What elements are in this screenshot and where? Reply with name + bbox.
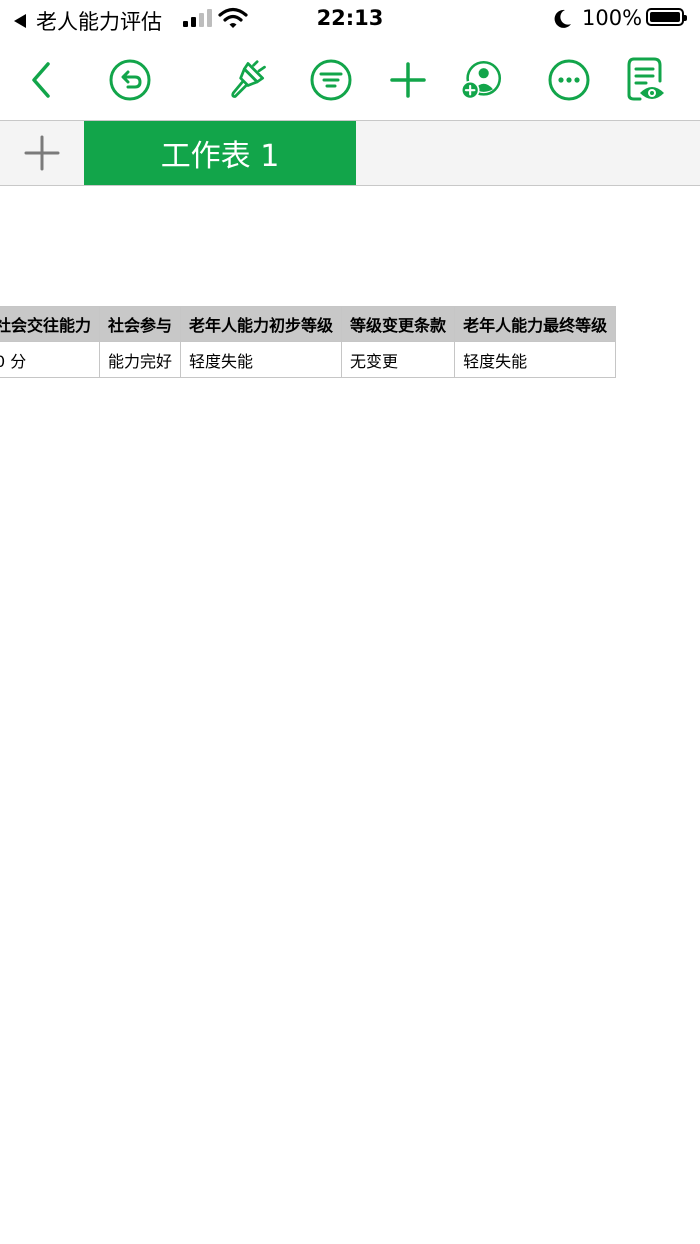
format-brush-button[interactable] — [226, 58, 270, 102]
table-cell[interactable]: 轻度失能 — [454, 341, 617, 378]
filter-button[interactable] — [309, 58, 353, 102]
undo-button[interactable] — [108, 58, 152, 102]
spreadsheet-table: 社会交往能力 社会参与 老年人能力初步等级 等级变更条款 老年人能力最终等级 0… — [0, 306, 617, 378]
table-cell[interactable]: 无变更 — [341, 341, 456, 378]
add-sheet-button[interactable] — [0, 121, 84, 185]
undo-icon — [109, 59, 151, 101]
table-cell[interactable]: 0 分 — [0, 341, 101, 378]
column-header[interactable]: 老年人能力最终等级 — [454, 306, 617, 342]
add-person-icon — [460, 60, 502, 100]
table-row: 0 分 能力完好 轻度失能 无变更 轻度失能 — [0, 341, 617, 378]
table-header-row: 社会交往能力 社会参与 老年人能力初步等级 等级变更条款 老年人能力最终等级 — [0, 306, 617, 342]
tab-sheet-1[interactable]: 工作表 1 — [84, 121, 356, 185]
more-icon — [548, 59, 590, 101]
filter-icon — [310, 59, 352, 101]
plus-icon — [24, 135, 60, 171]
plus-icon — [390, 62, 426, 98]
battery-icon — [646, 8, 687, 26]
document-eye-icon — [627, 57, 664, 101]
table-cell[interactable]: 能力完好 — [99, 341, 182, 378]
column-header[interactable]: 社会交往能力 — [0, 306, 101, 342]
reading-view-button[interactable] — [624, 57, 668, 102]
column-header[interactable]: 等级变更条款 — [341, 306, 456, 342]
chevron-left-icon — [32, 62, 50, 98]
do-not-disturb-moon-icon — [553, 8, 573, 34]
more-button[interactable] — [547, 58, 591, 102]
status-bar: 老人能力评估 22:13 100% — [0, 0, 700, 40]
battery-percent: 100% — [582, 6, 643, 30]
column-header[interactable]: 老年人能力初步等级 — [180, 306, 343, 342]
toolbar — [0, 40, 700, 120]
add-button[interactable] — [386, 58, 430, 102]
table-cell[interactable]: 轻度失能 — [180, 341, 343, 378]
sheet-tab-bar: 工作表 1 — [0, 120, 700, 186]
back-button[interactable] — [20, 58, 64, 102]
paintbrush-icon — [231, 60, 266, 98]
collaborate-button[interactable] — [460, 58, 504, 102]
column-header[interactable]: 社会参与 — [99, 306, 182, 342]
